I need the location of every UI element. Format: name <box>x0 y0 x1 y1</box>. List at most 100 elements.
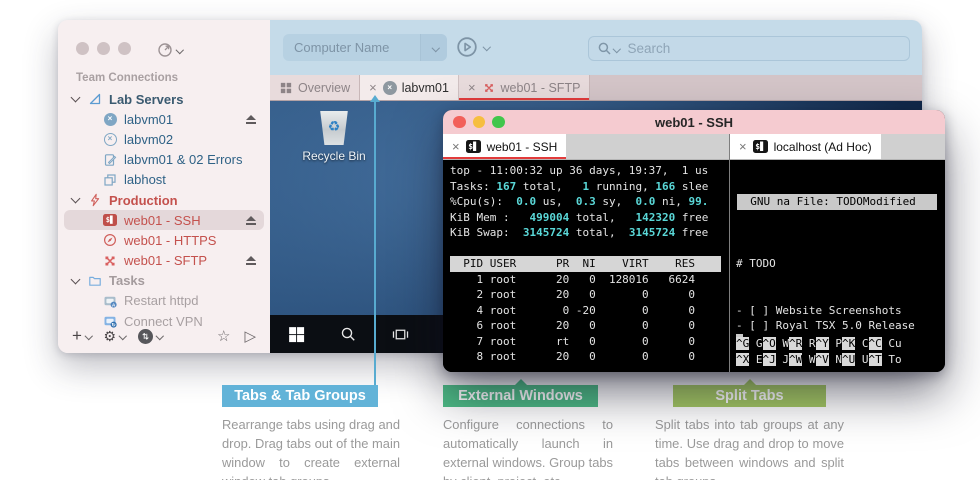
ssh-terminal-icon: $▋ <box>753 140 768 153</box>
zoom-window-button[interactable] <box>492 116 505 129</box>
nano-line <box>736 287 945 303</box>
sidebar-item-labvm01[interactable]: ×labvm01 <box>64 109 264 129</box>
close-icon[interactable]: × <box>452 139 460 154</box>
main-tab-web01-sftp[interactable]: ×web01 - SFTP <box>459 75 590 100</box>
sidebar-tree: Lab Servers×labvm01×labvm02labvm01 & 02 … <box>58 89 270 331</box>
external-window-titlebar[interactable]: web01 - SSH <box>443 110 945 134</box>
nano-shortcut-row: ^X E^J J^W W^V N^U U^T To <box>736 352 902 368</box>
eject-icon[interactable] <box>245 115 256 124</box>
windows-stack-icon <box>102 173 118 187</box>
sidebar-group-label: Tasks <box>109 273 145 288</box>
tab-label: localhost (Ad Hoc) <box>774 140 872 154</box>
process-table-row: 7 root rt 0 0 0 <box>450 334 729 350</box>
sidebar-group-lab-servers[interactable]: Lab Servers <box>64 89 264 109</box>
add-connection-button[interactable]: + <box>72 326 91 346</box>
search-input[interactable] <box>626 40 902 57</box>
sidebar-header: Team Connections <box>76 72 178 84</box>
recycle-bin[interactable]: ♻ Recycle Bin <box>296 111 372 163</box>
tab-strip-empty <box>881 134 945 159</box>
tab-bar-empty <box>590 75 922 100</box>
terminal-ssh-icon: $▋ <box>102 213 118 227</box>
sidebar-item-labvm02[interactable]: ×labvm02 <box>64 129 264 149</box>
favorites-star-button[interactable]: ☆ <box>217 327 230 345</box>
chevron-down-icon <box>432 44 440 52</box>
sort-arrows-icon <box>138 329 153 344</box>
nano-line <box>736 272 945 288</box>
sidebar-item-label: labhost <box>124 172 166 187</box>
sidebar-group-tasks[interactable]: Tasks <box>64 271 264 291</box>
terminal-line: top - 11:00:32 up 36 days, 19:37, 1 us <box>450 163 729 179</box>
computer-name-dropdown[interactable]: Computer Name <box>283 34 447 61</box>
compass-icon <box>102 233 118 247</box>
eject-icon[interactable] <box>245 256 256 265</box>
recycle-bin-label: Recycle Bin <box>296 149 372 163</box>
taskbar-windows-start-icon[interactable] <box>270 315 322 353</box>
settings-button[interactable]: ⚙ <box>103 328 125 345</box>
terminal-line <box>450 241 729 257</box>
sidebar-item-web01-ssh[interactable]: $▋ web01 - SSH <box>64 210 264 230</box>
terminal-output[interactable]: top - 11:00:32 up 36 days, 19:37, 1 usTa… <box>443 160 729 372</box>
lab-icon <box>87 92 103 106</box>
sidebar-item-label: web01 - SSH <box>124 213 201 228</box>
sidebar-item-labhost[interactable]: labhost <box>64 170 264 190</box>
connect-icon <box>157 42 173 58</box>
sidebar-item-label: web01 - HTTPS <box>124 233 216 248</box>
close-icon[interactable]: × <box>369 80 377 95</box>
chevron-down-icon[interactable] <box>71 274 81 284</box>
close-icon[interactable]: × <box>739 139 747 154</box>
chevron-down-icon <box>483 43 491 51</box>
vm-circle-icon: × <box>383 81 397 95</box>
sidebar-item-label: labvm02 <box>124 132 173 147</box>
tab-label: Overview <box>298 81 350 95</box>
chevron-down-icon <box>119 332 127 340</box>
callout-description: Split tabs into tab groups at any time. … <box>655 415 844 480</box>
minimize-window-button[interactable] <box>97 42 110 55</box>
sidebar-item-restart-httpd[interactable]: ARestart httpd <box>64 291 264 311</box>
callout-external-windows: External WindowsConfigure connections to… <box>443 385 613 480</box>
chevron-down-icon <box>613 45 621 53</box>
zoom-window-button[interactable] <box>118 42 131 55</box>
nano-titlebar: GNU na File: TODOModified <box>737 194 937 210</box>
sidebar-item-labvm01-02-errors[interactable]: labvm01 & 02 Errors <box>64 150 264 170</box>
close-window-button[interactable] <box>453 116 466 129</box>
sidebar-item-web01-sftp[interactable]: web01 - SFTP <box>64 251 264 271</box>
callout-split-tabs: Split TabsSplit tabs into tab groups at … <box>655 385 844 480</box>
search-icon <box>597 41 620 57</box>
computer-name-dropdown-arrow[interactable] <box>420 34 447 61</box>
chevron-down-icon <box>176 46 184 54</box>
transfer-arrows-icon <box>102 254 118 268</box>
sidebar-bottom-toolbar: + ⚙ ☆ ▷ <box>72 326 256 346</box>
minimize-window-button[interactable] <box>473 116 486 129</box>
process-table-row: 1 root 20 0 128016 6624 <box>450 272 729 288</box>
sort-filter-button[interactable] <box>138 329 163 344</box>
document-edit-icon <box>102 153 118 167</box>
run-play-button[interactable]: ▷ <box>244 327 256 345</box>
nano-editor[interactable]: GNU na File: TODOModified # TODO - [ ] W… <box>730 160 945 372</box>
terminal-line: KiB Swap: 3145724 total, 3145724 free <box>450 225 729 241</box>
terminal-line: %Cpu(s): 0.0 us, 0.3 sy, 0.0 ni, 99. <box>450 194 729 210</box>
main-tab-overview[interactable]: Overview <box>270 75 360 100</box>
chevron-down-icon[interactable] <box>71 93 81 103</box>
search-field[interactable] <box>588 36 910 61</box>
chevron-down-icon[interactable] <box>71 194 81 204</box>
sidebar-item-web01-https[interactable]: web01 - HTTPS <box>64 230 264 250</box>
recycle-bin-icon: ♻ <box>319 111 349 145</box>
close-window-button[interactable] <box>76 42 89 55</box>
nano-line: - [ ] Royal TSX 5.0 Release <box>736 318 945 334</box>
tab-label: web01 - SSH <box>487 140 558 154</box>
callout-badge: External Windows <box>443 385 598 407</box>
sidebar-group-production[interactable]: Production <box>64 190 264 210</box>
tab-label: labvm01 <box>402 81 449 95</box>
connect-play-button[interactable] <box>456 36 490 58</box>
eject-icon[interactable] <box>245 216 256 225</box>
tab-localhost-ad-hoc[interactable]: × $▋ localhost (Ad Hoc) <box>730 134 881 159</box>
close-icon[interactable]: × <box>468 80 476 95</box>
right-pane-tab-strip: × $▋ localhost (Ad Hoc) <box>730 134 945 160</box>
tab-web01-ssh[interactable]: × $▋ web01 - SSH <box>443 134 566 159</box>
terminal-line: Tasks: 167 total, 1 running, 166 slee <box>450 179 729 195</box>
split-tab-area: × $▋ web01 - SSH top - 11:00:32 up 36 da… <box>443 134 945 372</box>
svg-text:A: A <box>112 302 116 308</box>
connect-dropdown-button[interactable] <box>157 42 183 58</box>
taskbar-search-icon[interactable] <box>322 315 374 353</box>
taskbar-task-view-icon[interactable] <box>374 315 426 353</box>
